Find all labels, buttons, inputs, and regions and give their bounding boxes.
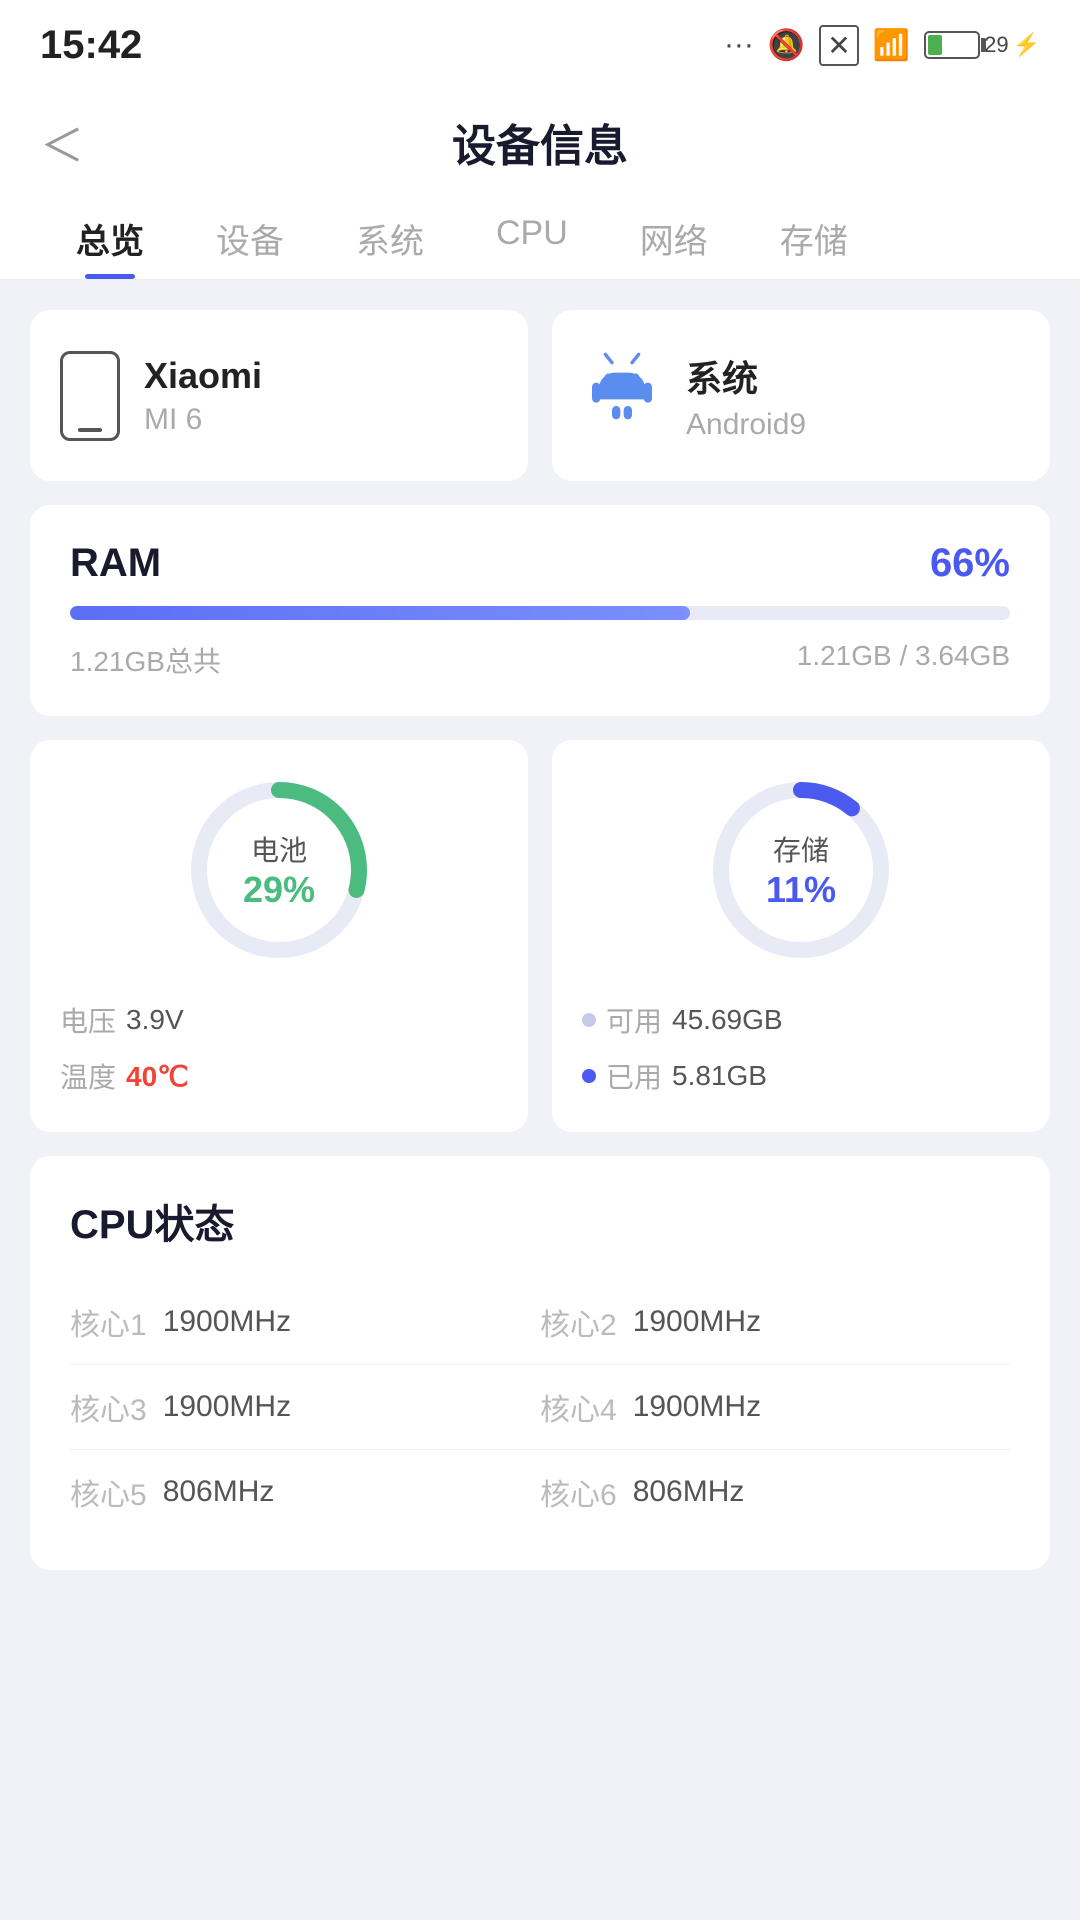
cpu-core-value-5: 806MHz — [163, 1475, 275, 1509]
header: ＜ 设备信息 — [0, 80, 1080, 194]
storage-donut-label: 存储 — [766, 829, 836, 869]
battery-box — [924, 31, 980, 59]
back-button[interactable]: ＜ — [40, 110, 84, 174]
ram-details: 1.21GB总共 1.21GB / 3.64GB — [70, 640, 1010, 680]
temp-value: 40℃ — [126, 1060, 189, 1093]
cpu-core-row-3: 核心3 1900MHz — [70, 1365, 540, 1450]
battery-indicator: 29 ⚡ — [924, 31, 1040, 59]
battery-details: 电压 3.9V 温度 40℃ — [60, 1000, 498, 1096]
system-card: 系统 Android9 — [552, 310, 1050, 481]
tab-network[interactable]: 网络 — [604, 194, 744, 279]
battery-temp-row: 温度 40℃ — [60, 1056, 498, 1096]
ram-label: RAM — [70, 541, 161, 586]
storage-avail-row: 可用 45.69GB — [582, 1000, 1020, 1040]
status-bar: 15:42 ··· 🔕 ✕ 📶 29 ⚡ — [0, 0, 1080, 80]
storage-used-row: 已用 5.81GB — [582, 1056, 1020, 1096]
ram-header: RAM 66% — [70, 541, 1010, 586]
ram-total: 1.21GB总共 — [70, 640, 221, 680]
page-title: 设备信息 — [452, 110, 628, 174]
cpu-core-row-1: 核心1 1900MHz — [70, 1280, 540, 1365]
tab-system[interactable]: 系统 — [320, 194, 460, 279]
cpu-core-label-6: 核心6 — [540, 1470, 617, 1514]
used-value: 5.81GB — [672, 1060, 767, 1092]
cpu-section-title: CPU状态 — [70, 1192, 1010, 1250]
system-info: 系统 Android9 — [686, 350, 806, 442]
storage-details: 可用 45.69GB 已用 5.81GB — [582, 1000, 1020, 1096]
cpu-core-row-4: 核心4 1900MHz — [540, 1365, 1010, 1450]
status-time: 15:42 — [40, 23, 142, 68]
cpu-core-label-3: 核心3 — [70, 1385, 147, 1429]
mute-icon: 🔕 — [768, 28, 805, 63]
used-label: 已用 — [606, 1056, 662, 1096]
signal-icon: ··· — [724, 28, 754, 62]
tab-device[interactable]: 设备 — [180, 194, 320, 279]
os-label: 系统 — [686, 350, 806, 402]
ram-bar-fill — [70, 606, 690, 620]
cpu-core-value-2: 1900MHz — [633, 1305, 761, 1339]
storage-donut-center: 存储 11% — [766, 829, 836, 911]
cpu-core-row-5: 核心5 806MHz — [70, 1450, 540, 1534]
ram-percent: 66% — [930, 541, 1010, 586]
temp-label: 温度 — [60, 1056, 116, 1096]
ram-usage: 1.21GB / 3.64GB — [797, 640, 1010, 680]
cpu-card: CPU状态 核心1 1900MHz 核心2 1900MHz 核心3 1900MH… — [30, 1156, 1050, 1570]
battery-text: 29 — [984, 32, 1008, 58]
battery-donut-center: 电池 29% — [243, 829, 315, 911]
tab-bar: 总览 设备 系统 CPU 网络 存储 — [0, 194, 1080, 280]
storage-donut-value: 11% — [766, 869, 836, 911]
cpu-core-value-4: 1900MHz — [633, 1390, 761, 1424]
cpu-core-value-3: 1900MHz — [163, 1390, 291, 1424]
charging-icon: ⚡ — [1013, 32, 1040, 58]
content-area: Xiaomi MI 6 系统 A — [0, 280, 1080, 1600]
status-icons: ··· 🔕 ✕ 📶 29 ⚡ — [724, 25, 1040, 66]
xiaomi-card: Xiaomi MI 6 — [30, 310, 528, 481]
avail-value: 45.69GB — [672, 1004, 783, 1036]
cpu-core-row-6: 核心6 806MHz — [540, 1450, 1010, 1534]
battery-card: 电池 29% 电压 3.9V 温度 40℃ — [30, 740, 528, 1132]
android-icon — [582, 346, 662, 445]
storage-donut-container: 存储 11% — [701, 770, 901, 970]
os-name: Android9 — [686, 408, 806, 442]
model-name: MI 6 — [144, 403, 262, 437]
cpu-cores-grid: 核心1 1900MHz 核心2 1900MHz 核心3 1900MHz 核心4 … — [70, 1280, 1010, 1534]
cpu-core-label-5: 核心5 — [70, 1470, 147, 1514]
cpu-core-value-1: 1900MHz — [163, 1305, 291, 1339]
cpu-core-label-2: 核心2 — [540, 1300, 617, 1344]
ram-card: RAM 66% 1.21GB总共 1.21GB / 3.64GB — [30, 505, 1050, 716]
close-icon: ✕ — [819, 25, 858, 66]
device-info: Xiaomi MI 6 — [144, 355, 262, 437]
cpu-core-value-6: 806MHz — [633, 1475, 745, 1509]
storage-card: 存储 11% 可用 45.69GB 已用 5.81GB — [552, 740, 1050, 1132]
ram-bar-background — [70, 606, 1010, 620]
battery-donut-label: 电池 — [243, 829, 315, 869]
avail-label: 可用 — [606, 1000, 662, 1040]
voltage-label: 电压 — [60, 1000, 116, 1040]
phone-icon — [60, 351, 120, 441]
battery-storage-row: 电池 29% 电压 3.9V 温度 40℃ — [30, 740, 1050, 1132]
cpu-core-row-2: 核心2 1900MHz — [540, 1280, 1010, 1365]
brand-name: Xiaomi — [144, 355, 262, 397]
cpu-core-label-4: 核心4 — [540, 1385, 617, 1429]
tab-overview[interactable]: 总览 — [40, 194, 180, 279]
tab-cpu[interactable]: CPU — [460, 194, 604, 279]
device-cards-row: Xiaomi MI 6 系统 A — [30, 310, 1050, 481]
avail-dot — [582, 1013, 596, 1027]
battery-voltage-row: 电压 3.9V — [60, 1000, 498, 1040]
battery-fill — [928, 35, 942, 55]
tab-storage[interactable]: 存储 — [744, 194, 884, 279]
battery-donut-value: 29% — [243, 869, 315, 911]
wifi-icon: 📶 — [873, 28, 910, 63]
voltage-value: 3.9V — [126, 1004, 184, 1036]
cpu-core-label-1: 核心1 — [70, 1300, 147, 1344]
battery-donut-container: 电池 29% — [179, 770, 379, 970]
used-dot — [582, 1069, 596, 1083]
